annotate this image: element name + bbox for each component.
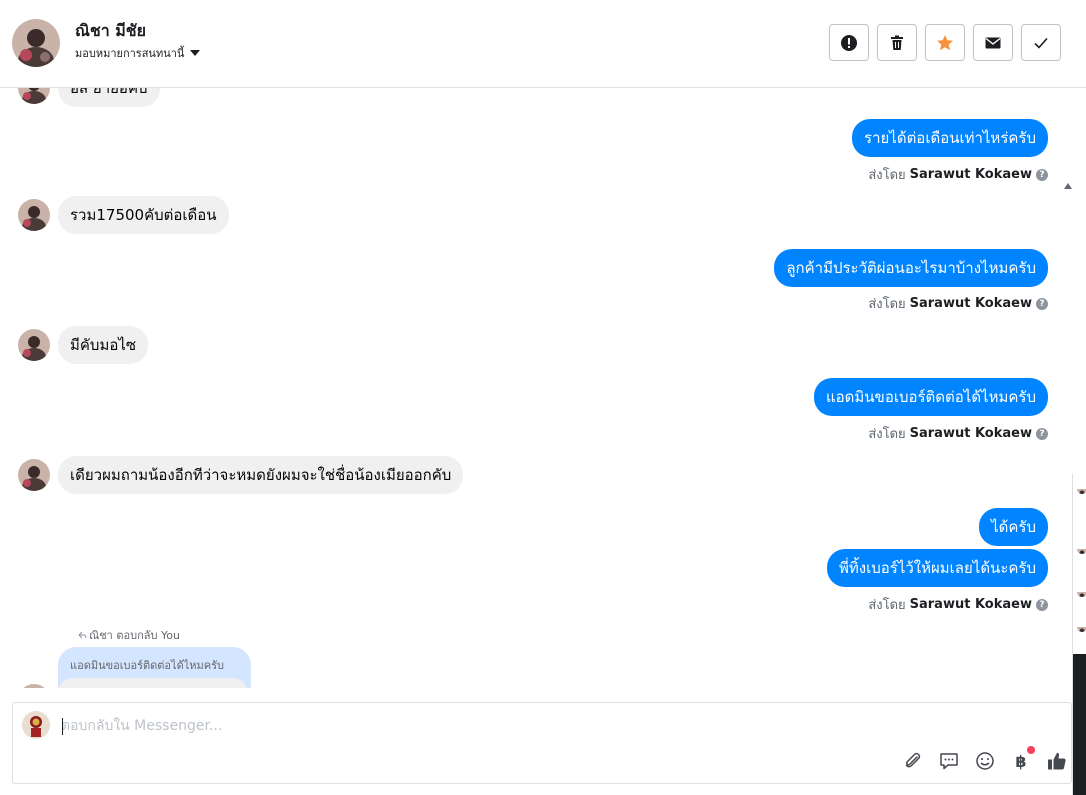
avatar	[18, 684, 50, 688]
avatar[interactable]	[1077, 484, 1086, 494]
assign-conversation-dropdown[interactable]: มอบหมายการสนทนานี้	[75, 44, 201, 62]
help-icon[interactable]: ?	[1036, 598, 1048, 611]
emoji-icon	[976, 752, 994, 770]
attach-button[interactable]	[901, 749, 925, 773]
like-button[interactable]	[1045, 749, 1069, 773]
message-bubble[interactable]: รวม17500คับต่อเดือน	[58, 196, 229, 234]
contact-name[interactable]: ณิชา มีชัย	[75, 19, 146, 44]
notification-dot	[1027, 746, 1035, 754]
avatar	[18, 329, 50, 361]
reply-label: ณิชา ตอบกลับ You	[78, 626, 180, 644]
message-bubble[interactable]: มีคับมอไซ	[58, 326, 149, 364]
trash-icon	[891, 35, 903, 50]
star-button[interactable]	[925, 24, 965, 61]
saved-replies-button[interactable]	[937, 749, 961, 773]
message-bubble[interactable]: อิส ย้ายอิคับ	[58, 88, 160, 107]
message-incoming: อิส ย้ายอิคับ	[18, 88, 160, 107]
message-bubble-outgoing[interactable]: แอดมินขอเบอร์ติดต่อได้ไหมครับ	[814, 378, 1048, 416]
message-bubble-outgoing[interactable]: พี่ทิ้งเบอร์ไว้ให้ผมเลยได้นะครับ	[827, 549, 1048, 587]
caret-down-icon	[190, 50, 201, 56]
avatar[interactable]	[1077, 622, 1086, 632]
payment-button[interactable]: ฿	[1009, 746, 1035, 773]
sent-by-name: Sarawut Kokaew	[909, 426, 1032, 441]
mark-unread-button[interactable]	[973, 24, 1013, 61]
sent-by-line: ส่งโดย Sarawut Kokaew ?	[868, 164, 1048, 185]
header-actions	[829, 24, 1061, 61]
contact-avatar[interactable]	[12, 19, 60, 67]
sent-by-line: ส่งโดย Sarawut Kokaew ?	[868, 423, 1048, 444]
attach-icon	[905, 752, 921, 768]
conversation-header: ณิชา มีชัย มอบหมายการสนทนานี้	[0, 0, 1086, 88]
sent-by-name: Sarawut Kokaew	[909, 296, 1032, 311]
avatar	[18, 459, 50, 491]
reply-composer: ฿	[12, 702, 1072, 784]
sent-by-name: Sarawut Kokaew	[909, 597, 1032, 612]
sent-by-prefix: ส่งโดย	[868, 297, 906, 312]
help-icon[interactable]: ?	[1036, 297, 1048, 310]
mark-done-button[interactable]	[1021, 24, 1061, 61]
avatar	[18, 88, 50, 104]
spam-icon	[841, 34, 857, 51]
sent-by-line: ส่งโดย Sarawut Kokaew ?	[868, 594, 1048, 615]
like-icon	[1048, 752, 1066, 770]
message-bubble[interactable]: เดียวผมถามน้องอีกทีว่าจะหมดยังผมจะใช่ชื่…	[58, 456, 464, 494]
delete-button[interactable]	[877, 24, 917, 61]
avatar[interactable]	[1077, 587, 1086, 597]
assign-label: มอบหมายการสนทนานี้	[75, 47, 185, 60]
reply-arrow-icon	[78, 631, 87, 638]
message-bubble-outgoing[interactable]: รายได้ต่อเดือนเท่าไหร่ครับ	[852, 119, 1048, 157]
sent-by-line: ส่งโดย Sarawut Kokaew ?	[868, 293, 1048, 314]
sent-by-prefix: ส่งโดย	[868, 598, 906, 613]
message-incoming: รวม17500คับต่อเดือน	[18, 196, 229, 234]
emoji-button[interactable]	[973, 749, 997, 773]
message-bubble-outgoing[interactable]: ลูกค้ามีประวัติผ่อนอะไรมาบ้างไหมครับ	[774, 249, 1048, 287]
check-icon	[1034, 37, 1048, 49]
message-list[interactable]: อิส ย้ายอิคับ รายได้ต่อเดือนเท่าไหร่ครับ…	[0, 88, 1072, 688]
sent-by-prefix: ส่งโดย	[868, 168, 906, 183]
side-panel-dark-area	[1073, 654, 1086, 795]
envelope-icon	[985, 37, 1001, 48]
page-avatar	[22, 711, 50, 739]
avatar	[18, 199, 50, 231]
reply-label-text: ณิชา ตอบกลับ You	[89, 629, 180, 642]
scroll-up-icon[interactable]	[1064, 183, 1072, 189]
message-incoming: เดียวผมถามน้องอีกทีว่าจะหมดยังผมจะใช่ชื่…	[18, 456, 464, 494]
payment-icon: ฿	[1015, 751, 1027, 771]
saved-reply-icon	[940, 753, 958, 770]
composer-toolbar: ฿	[901, 746, 1069, 773]
message-incoming: มีคับมอไซ	[18, 326, 149, 364]
message-bubble-outgoing[interactable]: ได้ครับ	[979, 508, 1048, 546]
text-cursor	[62, 718, 63, 735]
reply-input[interactable]	[61, 715, 861, 737]
mark-spam-button[interactable]	[829, 24, 869, 61]
sent-by-name: Sarawut Kokaew	[909, 167, 1032, 182]
help-icon[interactable]: ?	[1036, 427, 1048, 440]
star-icon	[937, 34, 953, 50]
side-panel-edge[interactable]	[1072, 474, 1086, 795]
help-icon[interactable]: ?	[1036, 168, 1048, 181]
message-bubble[interactable]	[58, 678, 248, 688]
sent-by-prefix: ส่งโดย	[868, 427, 906, 442]
avatar[interactable]	[1077, 544, 1086, 554]
